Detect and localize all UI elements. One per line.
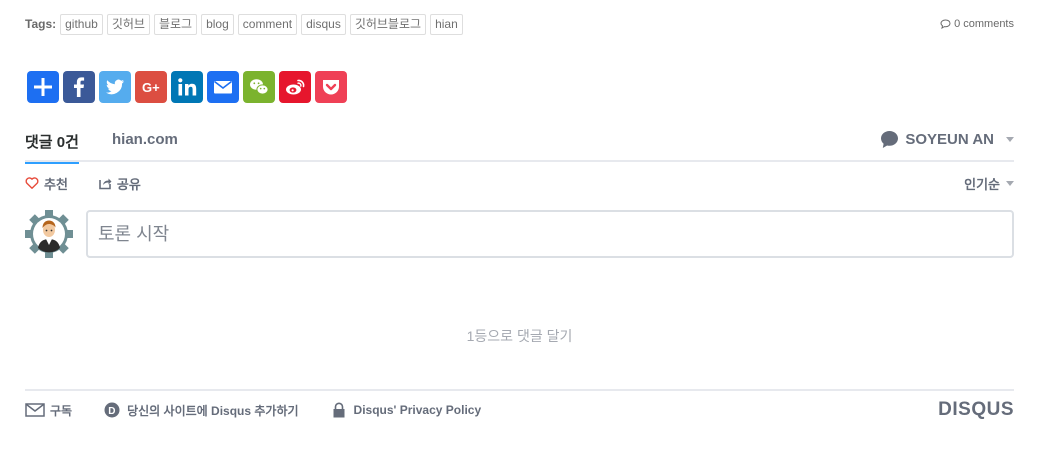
twitter-share-button[interactable] — [99, 71, 131, 103]
tag-link[interactable]: 깃허브 — [106, 13, 150, 35]
twitter-icon — [106, 79, 124, 95]
wechat-share-button[interactable] — [243, 71, 275, 103]
tag-link[interactable]: hian — [430, 13, 463, 35]
comment-icon — [940, 19, 951, 29]
disqus-nav: 댓글 0건 hian.com SOYEUN AN — [25, 128, 1014, 164]
tab-comments-count[interactable]: 댓글 0건 — [25, 131, 79, 164]
tags-row: Tags: github 깃허브 블로그 blog comment disqus… — [25, 13, 1014, 35]
facebook-share-button[interactable] — [63, 71, 95, 103]
avatar-image — [25, 210, 73, 258]
svg-text:D: D — [108, 406, 115, 417]
weibo-icon — [286, 79, 305, 95]
comment-composer[interactable] — [86, 210, 1014, 258]
add-disqus-label: 당신의 사이트에 Disqus 추가하기 — [127, 403, 299, 418]
subscribe-link[interactable]: 구독 — [25, 402, 72, 419]
facebook-icon — [74, 77, 85, 97]
avatar[interactable] — [25, 210, 73, 258]
share-icon — [99, 178, 112, 190]
add-share-button[interactable] — [27, 71, 59, 103]
thread-actions: 추천 공유 인기순 — [25, 173, 1014, 193]
tag-link[interactable]: 블로그 — [153, 13, 198, 35]
user-name: SOYEUN AN — [905, 131, 994, 148]
empty-thread-message: 1등으로 댓글 달기 — [466, 328, 573, 344]
tags-label: Tags: — [25, 17, 57, 31]
comments-count-link[interactable]: 0 comments — [940, 18, 1014, 30]
tab-community[interactable]: hian.com — [112, 131, 178, 148]
privacy-policy-label: Disqus' Privacy Policy — [353, 403, 482, 417]
comments-count-text: 0 comments — [954, 18, 1014, 30]
sort-label: 인기순 — [964, 176, 1000, 192]
linkedin-icon — [178, 78, 197, 96]
add-share-icon — [34, 78, 52, 96]
add-disqus-link[interactable]: D 당신의 사이트에 Disqus 추가하기 — [102, 402, 299, 419]
tag-link[interactable]: disqus — [301, 13, 346, 35]
chevron-down-icon — [1006, 180, 1014, 186]
pocket-share-button[interactable] — [315, 71, 347, 103]
weibo-share-button[interactable] — [279, 71, 311, 103]
comment-input[interactable] — [88, 212, 1012, 256]
privacy-policy-link[interactable]: Disqus' Privacy Policy — [329, 402, 482, 418]
share-label: 공유 — [116, 176, 141, 192]
email-share-button[interactable] — [207, 71, 239, 103]
share-buttons: G+ — [27, 71, 347, 103]
tag-link[interactable]: comment — [237, 13, 298, 35]
disqus-footer: 구독 D 당신의 사이트에 Disqus 추가하기 Disqus' Privac… — [25, 389, 1014, 429]
tag-link[interactable]: 깃허브블로그 — [349, 13, 427, 35]
user-menu[interactable]: SOYEUN AN — [880, 130, 1014, 149]
recommend-label: 추천 — [44, 176, 68, 192]
svg-text:G+: G+ — [142, 80, 160, 95]
chat-bubble-icon — [881, 131, 899, 148]
google-plus-share-button[interactable]: G+ — [135, 71, 167, 103]
subscribe-label: 구독 — [50, 403, 73, 418]
wechat-icon — [250, 79, 269, 95]
tag-link[interactable]: github — [60, 13, 103, 35]
email-icon — [214, 80, 232, 94]
linkedin-share-button[interactable] — [171, 71, 203, 103]
envelope-icon — [25, 403, 45, 417]
recommend-button[interactable]: 추천 — [25, 174, 68, 193]
pocket-icon — [323, 80, 339, 95]
share-thread-button[interactable]: 공유 — [98, 174, 141, 193]
sort-dropdown[interactable]: 인기순 — [964, 174, 1014, 193]
chevron-down-icon — [1006, 137, 1014, 142]
lock-icon — [333, 402, 345, 418]
heart-icon — [25, 177, 39, 189]
google-plus-icon: G+ — [142, 80, 160, 95]
disqus-logo[interactable]: DISQUS — [938, 399, 1014, 421]
tag-link[interactable]: blog — [201, 13, 234, 35]
disqus-d-icon: D — [104, 402, 120, 418]
